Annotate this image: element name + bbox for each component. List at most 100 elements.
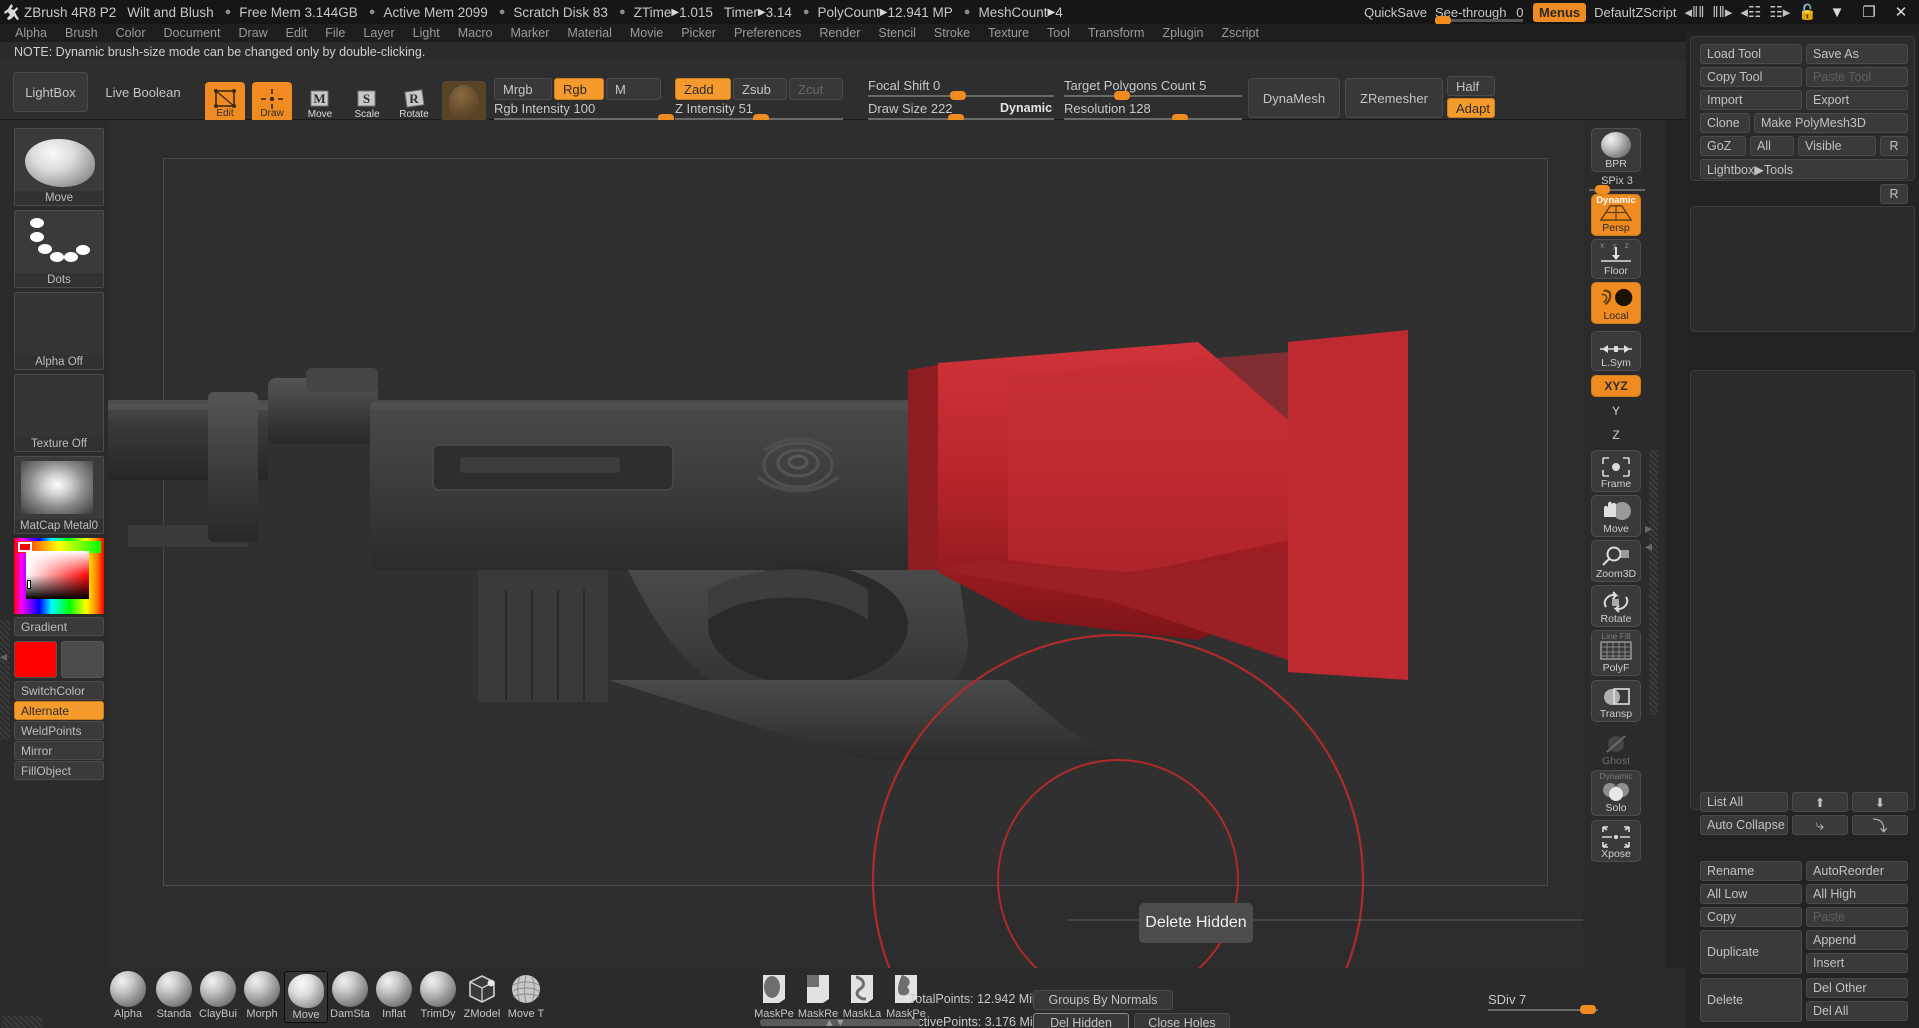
canvas-expand-right-icon[interactable]: ▸ — [1645, 520, 1652, 537]
focal-shift-knob[interactable] — [950, 91, 966, 100]
load-tool-button[interactable]: Load Tool — [1700, 44, 1802, 64]
dynamic-toggle[interactable]: Dynamic — [1000, 101, 1052, 115]
gradient-button[interactable]: Gradient — [14, 617, 104, 636]
texture-palette-thumb[interactable]: Texture Off — [14, 374, 104, 452]
menu-item-macro[interactable]: Macro — [449, 26, 502, 40]
menu-item-brush[interactable]: Brush — [56, 26, 107, 40]
save-as-button[interactable]: Save As — [1806, 44, 1908, 64]
rotate-icon-button[interactable]: R Rotate — [394, 82, 434, 125]
scroll-up-arrow-icon[interactable]: ▲▼ — [824, 1017, 846, 1028]
quicksave-button[interactable]: QuickSave — [1364, 5, 1427, 20]
autoreorder-button[interactable]: AutoReorder — [1806, 861, 1908, 881]
auto-collapse-button[interactable]: Auto Collapse — [1700, 815, 1788, 835]
brush-damstandard[interactable]: DamSta — [328, 971, 372, 1023]
dynamesh-button[interactable]: DynaMesh — [1248, 78, 1340, 118]
zscript-name[interactable]: DefaultZScript — [1594, 5, 1676, 20]
m-button[interactable]: M — [606, 78, 661, 100]
next-zscript-icon[interactable]: ‖‖▸ — [1712, 3, 1732, 21]
persp-button[interactable]: Dynamic Persp — [1591, 194, 1641, 236]
brush-trimdynamic[interactable]: TrimDy — [416, 971, 460, 1023]
solo-button[interactable]: Dynamic Solo — [1591, 770, 1641, 816]
rename-button[interactable]: Rename — [1700, 861, 1802, 881]
local-button[interactable]: Local — [1591, 282, 1641, 324]
list-all-button[interactable]: List All — [1700, 792, 1788, 812]
menu-item-zplugin[interactable]: Zplugin — [1153, 26, 1212, 40]
color-picker[interactable] — [14, 538, 104, 614]
subtool-outdent-button[interactable]: ⤷ — [1792, 815, 1848, 835]
rotate-z-button[interactable]: Z — [1591, 424, 1641, 446]
resolution-slider[interactable]: Resolution 128 — [1064, 101, 1242, 123]
menu-item-marker[interactable]: Marker — [502, 26, 559, 40]
delete-subtool-button[interactable]: Delete — [1700, 978, 1802, 1022]
subtool-down-button[interactable]: ⬇ — [1852, 792, 1908, 812]
visible-r-button[interactable]: R — [1880, 136, 1908, 156]
make-polymesh3d-button[interactable]: Make PolyMesh3D — [1754, 113, 1908, 133]
material-shelf-button[interactable] — [442, 81, 486, 125]
export-button[interactable]: Export — [1806, 90, 1908, 110]
menu-item-preferences[interactable]: Preferences — [725, 26, 810, 40]
bottom-left-resize-handle[interactable] — [2, 1016, 42, 1028]
menu-item-draw[interactable]: Draw — [230, 26, 277, 40]
brush-masklasso[interactable]: MaskLa — [840, 971, 884, 1023]
groups-by-normals-button[interactable]: Groups By Normals — [1033, 990, 1173, 1010]
bpr-button[interactable]: BPR — [1591, 128, 1641, 172]
menu-item-picker[interactable]: Picker — [672, 26, 725, 40]
rgb-intensity-slider[interactable]: Rgb Intensity 100 — [494, 101, 674, 123]
next-window-icon[interactable]: ☷▸ — [1769, 3, 1790, 21]
delete-hidden-button[interactable]: Delete Hidden — [1139, 903, 1253, 943]
menu-item-texture[interactable]: Texture — [979, 26, 1038, 40]
left-panel-collapse-handle[interactable] — [0, 620, 10, 740]
frame-button[interactable]: Frame — [1591, 450, 1641, 492]
zsub-button[interactable]: Zsub — [733, 78, 787, 100]
menu-item-stroke[interactable]: Stroke — [925, 26, 979, 40]
alternate-button[interactable]: Alternate — [14, 701, 104, 720]
secondary-color-swatch[interactable] — [61, 641, 104, 678]
target-polygons-count-slider[interactable]: Target Polygons Count 5 — [1064, 78, 1242, 100]
viewport-move-button[interactable]: Move — [1591, 495, 1641, 537]
right-toolbar-scrollbar[interactable] — [1649, 450, 1658, 715]
see-through-slider[interactable]: See-through 0 — [1434, 5, 1525, 25]
zoom3d-button[interactable]: Zoom3D — [1591, 540, 1641, 582]
copy-subtool-button[interactable]: Copy — [1700, 907, 1802, 927]
transp-button[interactable]: Transp — [1591, 680, 1641, 722]
close-button[interactable]: ✕ — [1889, 3, 1913, 21]
subtool-indent-button[interactable]: ⤵ — [1852, 815, 1908, 835]
edit-icon-button[interactable]: Edit — [205, 82, 245, 125]
primary-color-swatch[interactable] — [14, 641, 57, 678]
all-button[interactable]: All — [1750, 136, 1794, 156]
menu-item-edit[interactable]: Edit — [277, 26, 317, 40]
del-hidden-button[interactable]: Del Hidden — [1033, 1013, 1129, 1028]
color-sv-square[interactable] — [26, 551, 89, 599]
weld-points-button[interactable]: WeldPoints — [14, 721, 104, 740]
draw-icon-button[interactable]: Draw — [252, 82, 292, 125]
sdiv-knob[interactable] — [1580, 1005, 1596, 1014]
xpose-button[interactable]: Xpose — [1591, 820, 1641, 862]
all-high-button[interactable]: All High — [1806, 884, 1908, 904]
canvas-expand-left-icon[interactable]: ◂ — [1645, 538, 1652, 555]
lightbox-button[interactable]: LightBox — [13, 72, 88, 112]
menus-toggle-button[interactable]: Menus — [1532, 2, 1587, 22]
ghost-button[interactable]: Ghost — [1591, 726, 1641, 768]
lock-icon[interactable]: 🔓 — [1798, 3, 1817, 21]
menu-item-light[interactable]: Light — [404, 26, 449, 40]
subtool-up-button[interactable]: ⬆ — [1792, 792, 1848, 812]
left-collapse-arrow-icon[interactable]: ◂ — [0, 648, 7, 665]
rgb-button[interactable]: Rgb — [554, 78, 604, 100]
scale-icon-button[interactable]: S Scale — [347, 82, 387, 125]
zremesher-button[interactable]: ZRemesher — [1345, 78, 1443, 118]
fill-object-button[interactable]: FillObject — [14, 761, 104, 780]
lightbox-tools-button[interactable]: Lightbox▶Tools — [1700, 159, 1908, 179]
viewport-canvas[interactable] — [108, 120, 1583, 968]
zcut-button[interactable]: Zcut — [789, 78, 843, 100]
paste-subtool-button[interactable]: Paste — [1806, 907, 1908, 927]
menu-item-document[interactable]: Document — [155, 26, 230, 40]
viewport-rotate-button[interactable]: Rotate — [1591, 585, 1641, 627]
spix-knob[interactable] — [1595, 185, 1610, 194]
material-palette-thumb[interactable]: MatCap Metal0 — [14, 456, 104, 534]
append-button[interactable]: Append — [1806, 930, 1908, 950]
duplicate-button[interactable]: Duplicate — [1700, 930, 1802, 974]
switch-color-button[interactable]: SwitchColor — [14, 681, 104, 700]
adapt-button[interactable]: Adapt — [1447, 98, 1495, 118]
polyf-button[interactable]: Line Fill PolyF — [1591, 630, 1641, 676]
insert-button[interactable]: Insert — [1806, 953, 1908, 973]
